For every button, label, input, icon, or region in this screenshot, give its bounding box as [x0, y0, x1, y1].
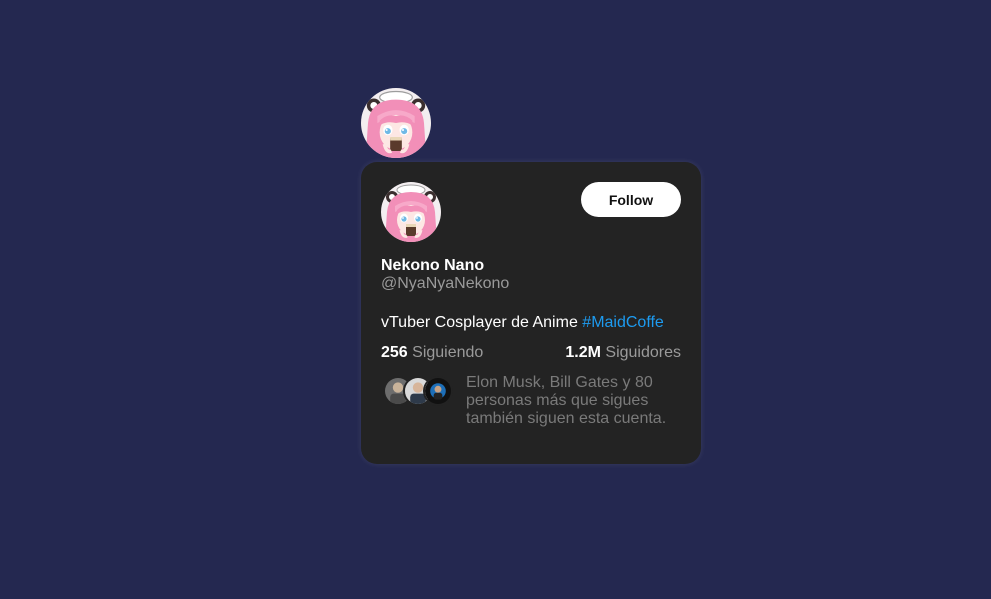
followers-count: 1.2M — [565, 344, 601, 361]
bio-text: vTuber Cosplayer de Anime — [381, 314, 578, 331]
bio-hashtag-link[interactable]: #MaidCoffe — [582, 314, 664, 331]
following-stat[interactable]: 256 Siguiendo — [381, 343, 483, 362]
profile-avatar-trigger[interactable] — [361, 88, 431, 158]
profile-name[interactable]: Nekono Nano — [381, 256, 681, 275]
followers-label: Siguidores — [605, 344, 681, 361]
follow-button[interactable]: Follow — [581, 182, 681, 217]
card-avatar-image — [381, 182, 441, 242]
mutual-followers-text: Elon Musk, Bill Gates y 80 personas más … — [466, 374, 667, 427]
profile-stats: 256 Siguiendo 1.2M Siguidores — [381, 343, 681, 362]
profile-handle[interactable]: @NyaNyaNekono — [381, 275, 681, 293]
profile-bio: vTuber Cosplayer de Anime #MaidCoffe — [381, 313, 681, 332]
following-count: 256 — [381, 344, 408, 361]
mutual-avatars-stack — [381, 374, 461, 408]
mutual-avatar — [423, 376, 453, 406]
profile-avatar-image — [361, 88, 431, 158]
card-header: Follow — [381, 182, 681, 244]
profile-hover-card: Follow Nekono Nano @NyaNyaNekono vTuber … — [361, 162, 701, 464]
following-label: Siguiendo — [412, 344, 484, 361]
mutual-followers[interactable]: Elon Musk, Bill Gates y 80 personas más … — [381, 374, 681, 428]
followers-stat[interactable]: 1.2M Siguidores — [565, 343, 681, 362]
card-avatar[interactable] — [381, 182, 441, 242]
